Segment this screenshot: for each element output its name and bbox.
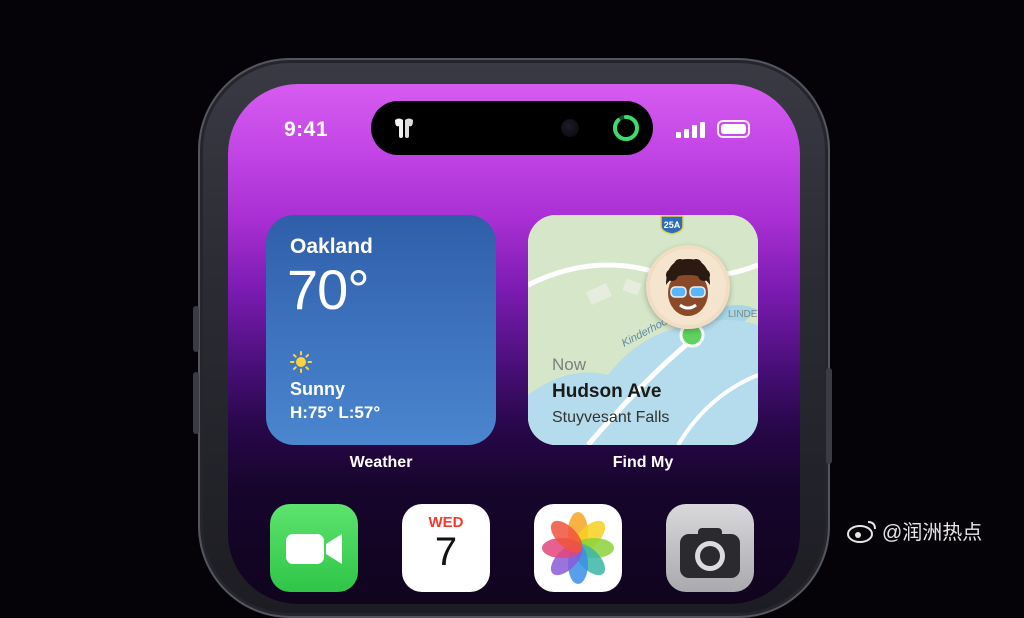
weather-high-low: H:75° L:57° [290,403,381,422]
side-button [193,372,199,434]
weather-city: Oakland [290,235,373,258]
weather-condition: Sunny [290,379,346,399]
airpods-icon [395,118,413,138]
front-camera [561,119,579,137]
map-street-label: LINDE [728,309,758,320]
power-button [826,368,832,464]
camera-icon[interactable] [666,504,754,592]
sun-icon [290,351,312,373]
weather-temperature: 70° [287,258,370,321]
weibo-icon [847,520,876,543]
avatar-icon[interactable] [646,245,730,329]
watermark-text: @润洲热点 [882,522,983,544]
calendar-day: WED [428,514,464,531]
findmy-widget[interactable]: Kinderhook LINDE 25A Now Hudson Ave Stuy… [528,215,758,445]
findmy-time: Now [552,355,587,374]
watermark: @润洲热点 [846,516,982,545]
findmy-locality: Stuyvesant Falls [552,409,670,426]
photos-icon[interactable] [534,504,622,592]
dynamic-island[interactable] [371,101,653,155]
route-badge-icon: 25A [660,215,684,235]
cellular-signal-icon [676,122,705,138]
findmy-place: Hudson Ave [552,381,662,402]
calendar-icon[interactable]: WED 7 [402,504,490,592]
weather-widget[interactable]: Oakland 70° Sunny H:75° L:57° [266,215,496,445]
findmy-widget-label: Find My [612,454,674,471]
calendar-date: 7 [434,530,458,574]
home-screen: 9:41 Oakland 70° Sunny H:75° L:57° Weath… [228,84,800,604]
battery-ring-icon [613,115,639,141]
status-time: 9:41 [284,118,329,141]
side-button [193,306,199,352]
battery-icon [717,120,750,138]
facetime-icon[interactable] [270,504,358,592]
weather-widget-label: Weather [349,454,413,471]
svg-text:25A: 25A [664,220,681,230]
